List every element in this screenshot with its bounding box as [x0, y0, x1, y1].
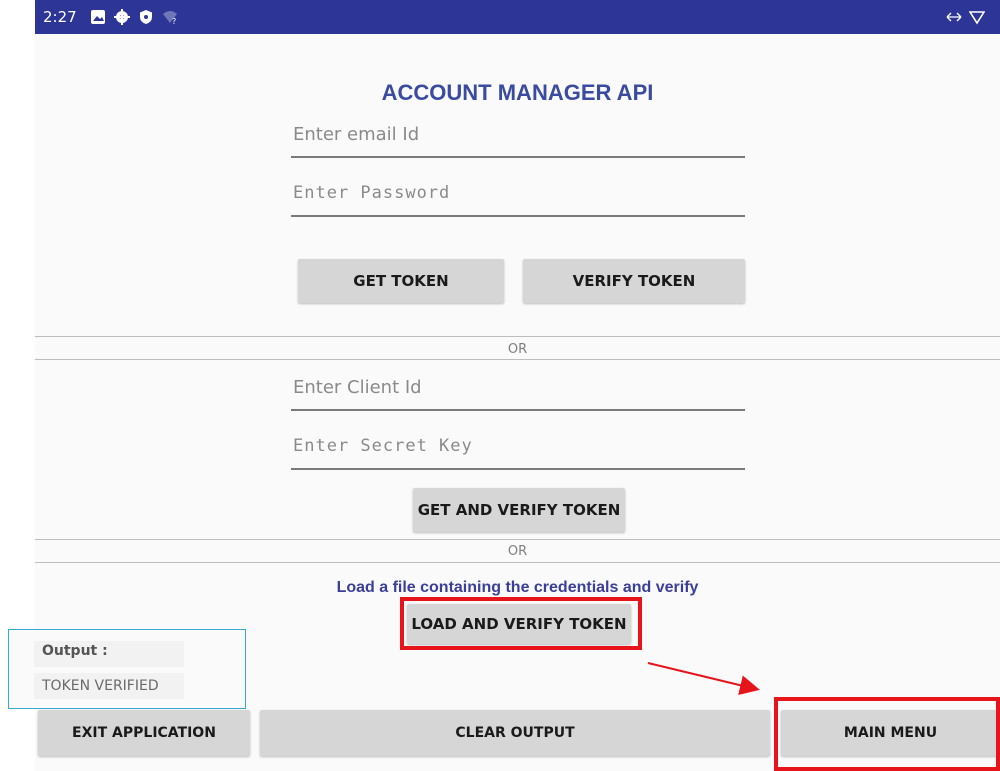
- or-separator: OR: [507, 544, 528, 559]
- email-placeholder: Enter email Id: [293, 124, 420, 145]
- divider: [35, 359, 1000, 360]
- load-verify-highlight-box: [400, 597, 642, 650]
- annotation-arrow-icon: [647, 662, 760, 695]
- status-time: 2:27: [43, 8, 77, 26]
- clear-output-button[interactable]: CLEAR OUTPUT: [260, 710, 770, 756]
- output-value: TOKEN VERIFIED: [34, 673, 184, 699]
- divider: [35, 562, 1000, 563]
- divider: [35, 336, 1000, 337]
- main-menu-highlight-box: [774, 697, 1000, 771]
- verify-token-button[interactable]: VERIFY TOKEN: [523, 259, 745, 303]
- client-id-field[interactable]: Enter Client Id: [291, 371, 745, 411]
- settings-gear-icon: [114, 9, 130, 25]
- signal-icon: [969, 11, 985, 25]
- client-id-placeholder: Enter Client Id: [293, 377, 422, 398]
- get-token-button[interactable]: GET TOKEN: [298, 259, 504, 303]
- exit-application-button[interactable]: EXIT APPLICATION: [38, 710, 250, 756]
- svg-text:?: ?: [172, 17, 176, 25]
- password-placeholder: Enter Password: [293, 183, 451, 203]
- page-title: ACCOUNT MANAGER API: [381, 80, 654, 105]
- divider: [35, 539, 1000, 540]
- secret-key-field[interactable]: Enter Secret Key: [291, 430, 745, 470]
- gallery-notification-icon: [91, 10, 105, 24]
- shield-icon: [140, 10, 152, 24]
- password-field[interactable]: Enter Password: [291, 177, 745, 217]
- data-transfer-icon: [946, 12, 962, 22]
- output-label: Output :: [34, 641, 184, 667]
- secret-key-placeholder: Enter Secret Key: [293, 436, 473, 456]
- email-field[interactable]: Enter email Id: [291, 118, 745, 158]
- load-file-info-text: Load a file containing the credentials a…: [336, 579, 699, 596]
- status-bar: 2:27 ?: [35, 0, 1000, 34]
- wifi-question-icon: ?: [163, 11, 177, 25]
- or-separator: OR: [507, 342, 528, 357]
- get-and-verify-token-button[interactable]: GET AND VERIFY TOKEN: [413, 488, 625, 532]
